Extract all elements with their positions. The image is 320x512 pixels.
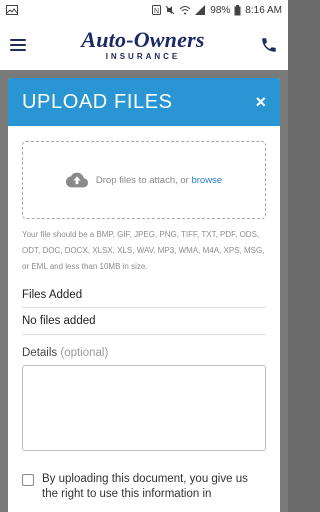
consent-row: By uploading this document, you give us …	[22, 472, 266, 502]
mute-icon	[165, 5, 175, 15]
phone-icon[interactable]	[260, 36, 278, 54]
no-files-text: No files added	[22, 308, 266, 335]
consent-checkbox[interactable]	[22, 474, 34, 486]
dropzone-instruction: Drop files to attach, or	[95, 174, 189, 186]
file-dropzone[interactable]: Drop files to attach, or browse	[22, 141, 266, 219]
modal-body: Drop files to attach, or browse Your fil…	[8, 141, 280, 502]
status-right: N 98% 8:16 AM	[152, 4, 282, 16]
details-label-text: Details	[22, 347, 58, 359]
nfc-icon: N	[152, 5, 162, 15]
brand-logo: Auto-Owners INSURANCE	[81, 27, 205, 62]
brand-main: Auto-Owners	[81, 27, 205, 52]
upload-files-modal: UPLOAD FILES × Drop files to attach, or …	[8, 78, 280, 512]
app-header: Auto-Owners INSURANCE	[0, 20, 288, 70]
details-label: Details (optional)	[22, 347, 266, 359]
file-type-hint: Your file should be a BMP, GIF, JPEG, PN…	[22, 230, 265, 271]
details-optional-text: (optional)	[60, 347, 109, 359]
files-added-heading: Files Added	[22, 289, 266, 308]
details-textarea[interactable]	[22, 365, 266, 451]
signal-icon	[195, 5, 206, 15]
battery-icon	[234, 4, 241, 15]
clock: 8:16 AM	[245, 4, 282, 16]
browse-link[interactable]: browse	[191, 175, 222, 186]
close-icon[interactable]: ×	[255, 92, 266, 113]
consent-text: By uploading this document, you give us …	[42, 473, 248, 500]
dropzone-text: Drop files to attach, or browse	[96, 175, 222, 186]
status-left	[6, 5, 152, 15]
image-notification-icon	[6, 5, 18, 15]
cloud-upload-icon	[65, 172, 88, 188]
modal-header: UPLOAD FILES ×	[8, 78, 280, 126]
hamburger-menu-icon[interactable]	[10, 39, 26, 51]
status-bar: N 98% 8:16 AM	[0, 0, 288, 20]
battery-percent: 98%	[210, 4, 231, 16]
modal-title: UPLOAD FILES	[22, 90, 173, 113]
wifi-icon	[179, 6, 191, 15]
brand-sub: INSURANCE	[105, 52, 181, 61]
svg-text:N: N	[154, 8, 159, 15]
